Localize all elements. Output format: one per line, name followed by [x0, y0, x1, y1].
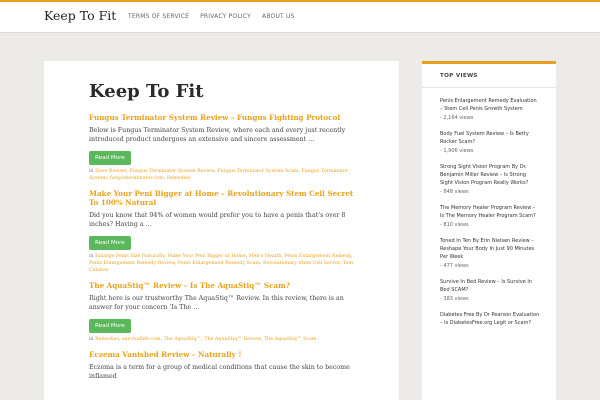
top-views-list: Penis Enlargement Remedy Evaluation – St…: [440, 97, 540, 336]
post-excerpt: Eczema is a term for a group of medical …: [89, 364, 350, 380]
tag-link[interactable]: Remedies: [167, 176, 191, 181]
site-header: Keep To Fit TERMS OF SERVICE PRIVACY POL…: [0, 2, 600, 33]
top-views-link[interactable]: Toned In Ten By Erin Nielsen Review – Re…: [440, 237, 540, 262]
post-item: The AquaStiq™ Review – Is The AquaStiq™ …: [89, 281, 359, 343]
widget-title: TOP VIEWS: [440, 73, 478, 79]
nav-terms-of-service[interactable]: TERMS OF SERVICE: [128, 13, 189, 20]
read-more-button[interactable]: Read More: [89, 151, 131, 165]
post-item: Fungus Terminator System Review – Fungus…: [89, 113, 359, 182]
view-count: - 848 views: [440, 188, 469, 195]
tag-link[interactable]: Men's Health: [249, 254, 282, 259]
top-views-link[interactable]: Penis Enlargement Remedy Evaluation – St…: [440, 97, 540, 114]
top-views-item: Toned In Ten By Erin Nielsen Review – Re…: [440, 237, 540, 270]
top-views-link[interactable]: Body Fuel System Review – Is Betty Rocke…: [440, 130, 540, 147]
view-count: - 383 views: [440, 295, 469, 302]
nav-privacy-policy[interactable]: PRIVACY POLICY: [200, 13, 251, 20]
tag-link[interactable]: Make Your Peni Bigger at Home: [167, 254, 245, 259]
tag-link[interactable]: Enlarge Penis Size Naturally: [95, 254, 164, 259]
tag-link[interactable]: Penis Enlargement Remedy: [284, 254, 351, 259]
tag-link[interactable]: Revolutionary Stem Cell Secret: [263, 261, 340, 266]
tag-link[interactable]: The AquaStiq™: [164, 337, 202, 342]
post-excerpt: Below is Fungus Terminator System Review…: [89, 127, 346, 143]
tag-link[interactable]: Fungus Terminator System Scam: [217, 169, 298, 174]
top-views-item: Diabetes Free By Dr Pearson Evaluation –…: [440, 311, 540, 328]
top-views-item: The Memory Healer Program Review – Is Th…: [440, 204, 540, 229]
view-count: - 2,164 views: [440, 114, 474, 121]
top-views-item: Survive In Bed Review – Is Survive In Be…: [440, 278, 540, 303]
post-title-link[interactable]: Eczema Vanished Review – Naturally !: [89, 350, 359, 359]
post-title-link[interactable]: Make Your Peni Bigger at Home – Revoluti…: [89, 189, 359, 207]
top-views-link[interactable]: Survive In Bed Review – Is Survive In Be…: [440, 278, 540, 295]
top-views-item: Penis Enlargement Remedy Evaluation – St…: [440, 97, 540, 122]
post-tags: in Enlarge Penis Size Naturally, Make Yo…: [89, 254, 353, 273]
view-count: - 477 views: [440, 262, 469, 269]
view-count: - 810 views: [440, 221, 469, 228]
post-excerpt: Did you know that 94% of women would pre…: [89, 212, 346, 228]
page-title: Keep To Fit: [89, 81, 204, 102]
tags-prefix: in: [89, 337, 94, 342]
read-more-button[interactable]: Read More: [89, 236, 131, 250]
tag-link[interactable]: The AquaStiq™ Scam: [264, 337, 317, 342]
main-content: Keep To Fit Fungus Terminator System Rev…: [44, 61, 399, 400]
top-views-link[interactable]: Diabetes Free By Dr Pearson Evaluation –…: [440, 311, 540, 328]
site-title-link[interactable]: Keep To Fit: [44, 8, 116, 23]
sidebar-accent-bar: [422, 61, 556, 64]
widget-divider: [422, 87, 556, 88]
tag-link[interactable]: Fungus Terminator System Review: [130, 169, 215, 174]
post-item: Make Your Peni Bigger at Home – Revoluti…: [89, 189, 359, 274]
post-excerpt: Right here is our trustworthy The AquaSt…: [89, 295, 344, 311]
view-count: - 1,906 views: [440, 147, 474, 154]
tags-prefix: in: [89, 254, 94, 259]
tag-link[interactable]: Penis Enlargement Remedy Review: [89, 261, 175, 266]
main-nav: TERMS OF SERVICE PRIVACY POLICY ABOUT US: [128, 13, 295, 20]
post-tags: in Dave Bowser, Fungus Terminator System…: [89, 169, 349, 181]
nav-about-us[interactable]: ABOUT US: [262, 13, 295, 20]
top-views-link[interactable]: Strong Sight Vision Program By Dr. Benja…: [440, 163, 540, 188]
post-title-link[interactable]: The AquaStiq™ Review – Is The AquaStiq™ …: [89, 281, 359, 290]
read-more-button[interactable]: Read More: [89, 319, 131, 333]
tag-link[interactable]: Dave Bowser: [95, 169, 126, 174]
tag-link[interactable]: The AquaStiq™ Review: [204, 337, 260, 342]
tag-link[interactable]: survivallife.com: [122, 337, 161, 342]
post-list: Fungus Terminator System Review – Fungus…: [89, 113, 359, 388]
tags-prefix: in: [89, 169, 94, 174]
top-views-item: Body Fuel System Review – Is Betty Rocke…: [440, 130, 540, 155]
top-views-item: Strong Sight Vision Program By Dr. Benja…: [440, 163, 540, 196]
top-views-link[interactable]: The Memory Healer Program Review – Is Th…: [440, 204, 540, 221]
post-title-link[interactable]: Fungus Terminator System Review – Fungus…: [89, 113, 359, 122]
tag-link[interactable]: fungusterminator.com: [110, 176, 164, 181]
tag-link[interactable]: Penis Enlargement Remedy Scam: [178, 261, 260, 266]
post-item: Eczema Vanished Review – Naturally ! Ecz…: [89, 350, 359, 381]
sidebar: TOP VIEWS Penis Enlargement Remedy Evalu…: [422, 61, 556, 400]
post-tags: in Remedies, survivallife.com, The AquaS…: [89, 337, 317, 342]
tag-link[interactable]: Remedies: [95, 337, 119, 342]
